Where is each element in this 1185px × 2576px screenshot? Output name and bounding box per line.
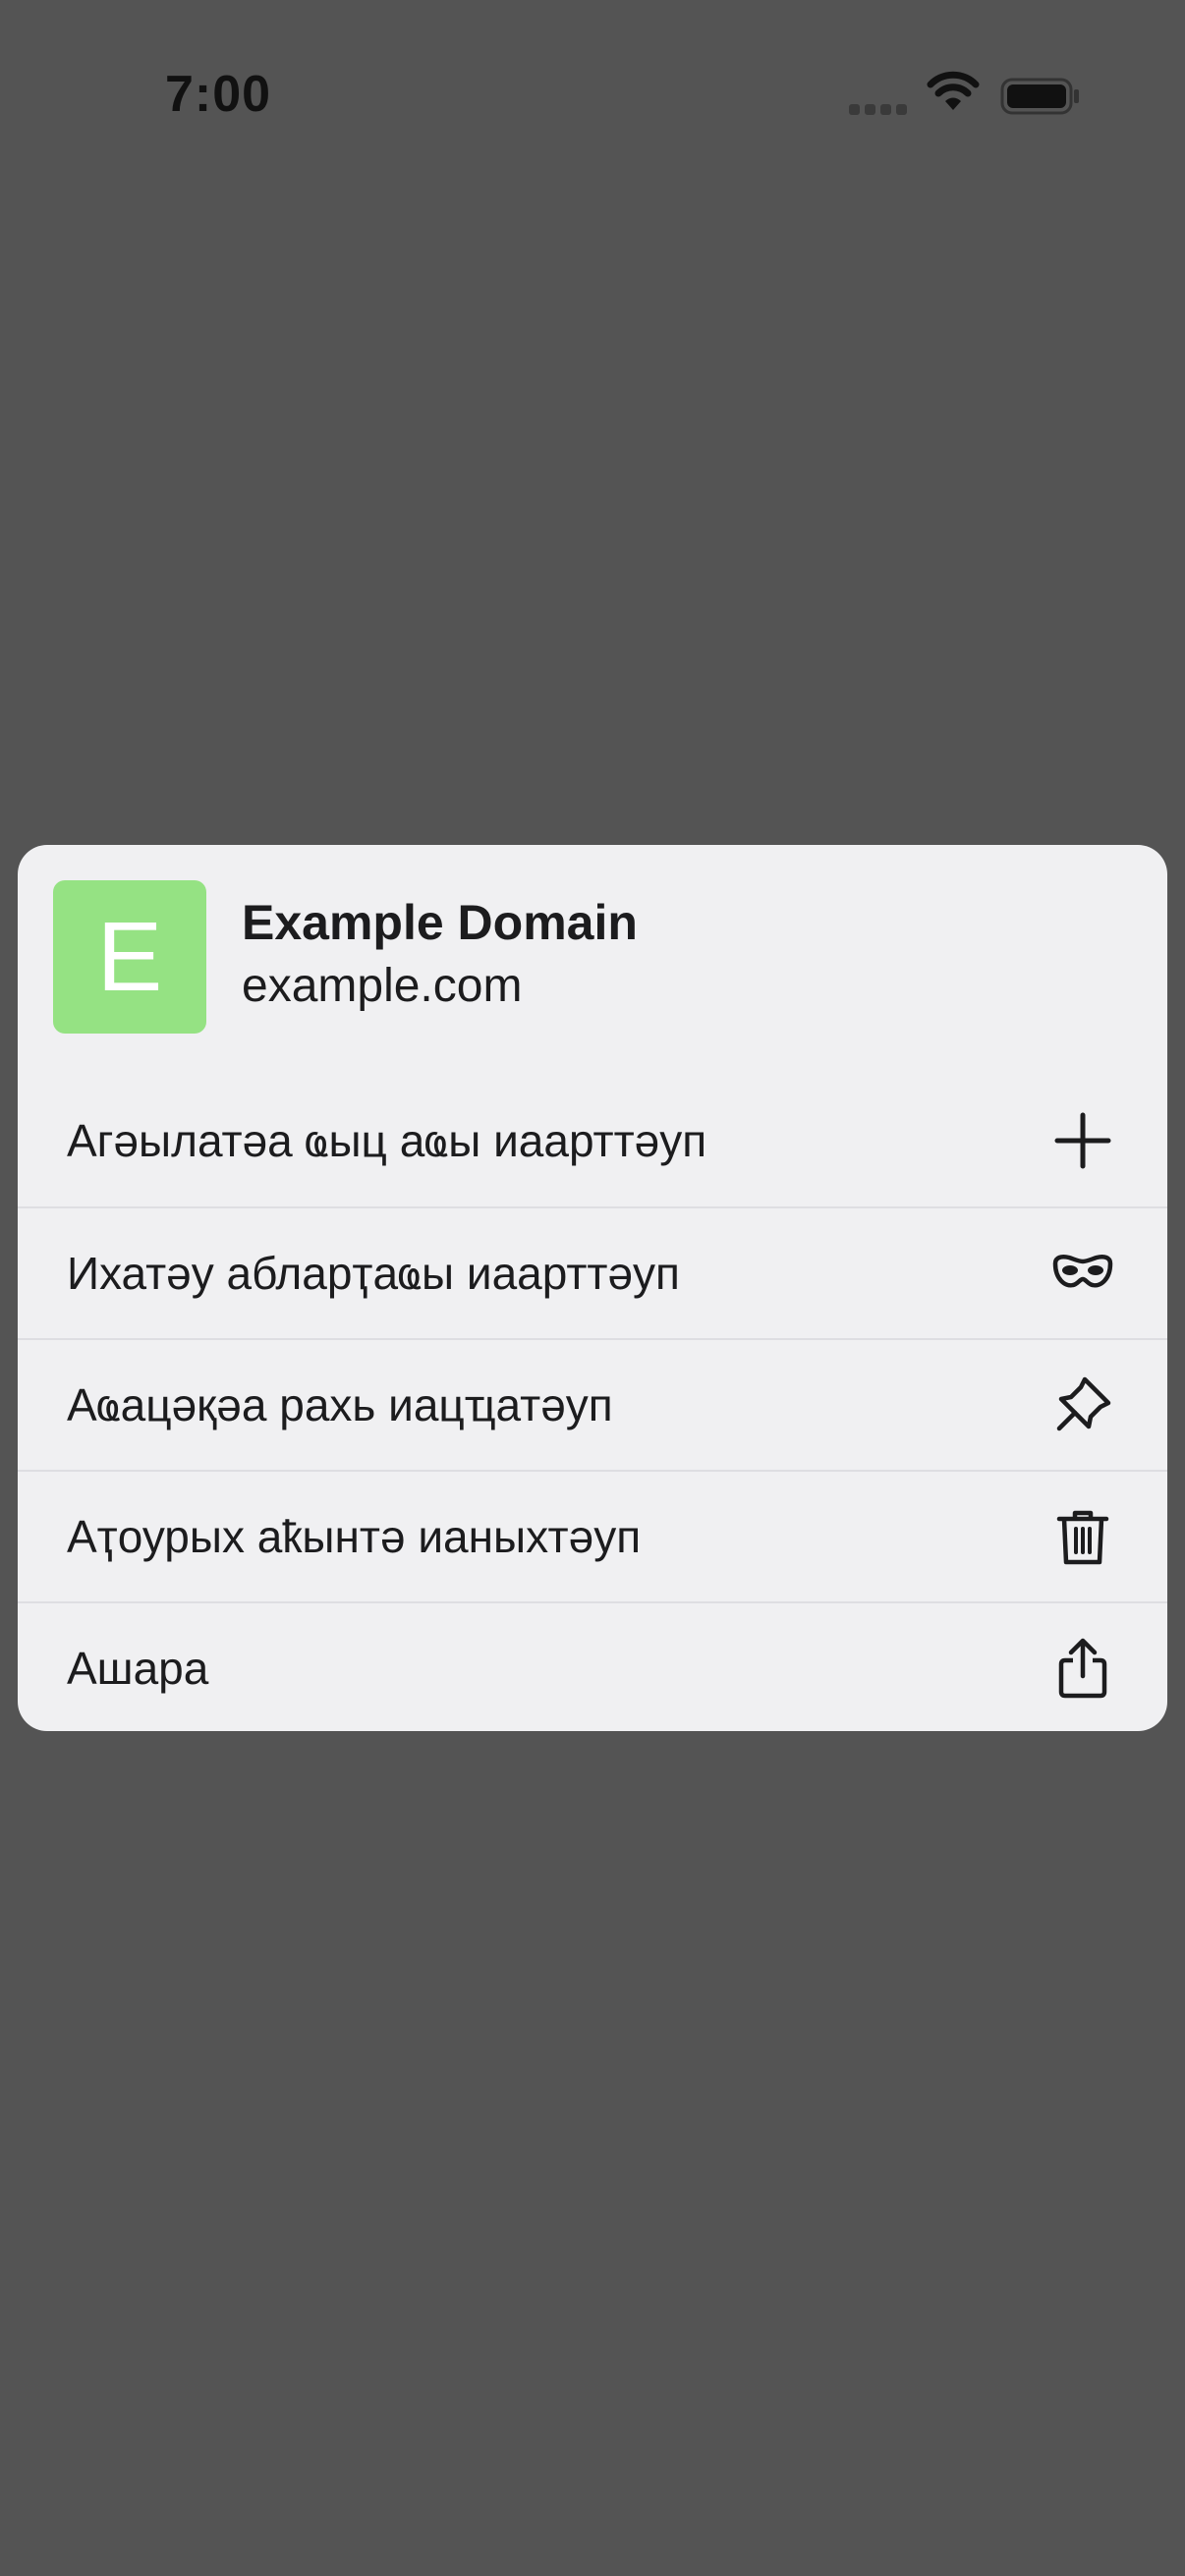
menu-item-label: Аҭоурых аҟынтә ианыхтәуп: [67, 1511, 642, 1562]
battery-icon: [1000, 77, 1081, 116]
share-icon: [1051, 1637, 1114, 1700]
favicon-letter: E: [96, 901, 163, 1012]
menu-item-label: Ихатәу абларҭаҩы иаарттәуп: [67, 1248, 680, 1299]
menu-item-label: Аҩацәқәа рахь иацҵатәуп: [67, 1379, 613, 1430]
menu-item-open-new-tab[interactable]: Агәылатәа ҩыц аҩы иаарттәуп: [18, 1075, 1167, 1206]
link-preview-header: E Example Domain example.com: [18, 845, 1167, 1075]
status-time: 7:00: [165, 66, 272, 123]
trash-icon: [1051, 1505, 1114, 1568]
menu-item-remove-history[interactable]: Аҭоурых аҟынтә ианыхтәуп: [18, 1470, 1167, 1601]
menu-item-label: Ашара: [67, 1643, 209, 1694]
menu-item-share[interactable]: Ашара: [18, 1601, 1167, 1731]
menu-item-label: Агәылатәа ҩыц аҩы иаарттәуп: [67, 1115, 707, 1166]
site-favicon: E: [53, 880, 206, 1034]
site-title: Example Domain: [242, 895, 638, 950]
pin-icon: [1051, 1373, 1114, 1436]
mask-icon: [1051, 1242, 1114, 1305]
wifi-icon: [926, 71, 981, 114]
menu-item-add-bookmark[interactable]: Аҩацәқәа рахь иацҵатәуп: [18, 1338, 1167, 1470]
link-context-menu: E Example Domain example.com Агәылатәа ҩ…: [18, 845, 1167, 1731]
screen: 7:00 E Example Domain example.com Агәыла…: [0, 0, 1185, 2576]
menu-item-open-private-tab[interactable]: Ихатәу абларҭаҩы иаарттәуп: [18, 1206, 1167, 1338]
cellular-signal-icon: [849, 104, 907, 116]
plus-icon: [1051, 1109, 1114, 1172]
site-url: example.com: [242, 960, 523, 1012]
